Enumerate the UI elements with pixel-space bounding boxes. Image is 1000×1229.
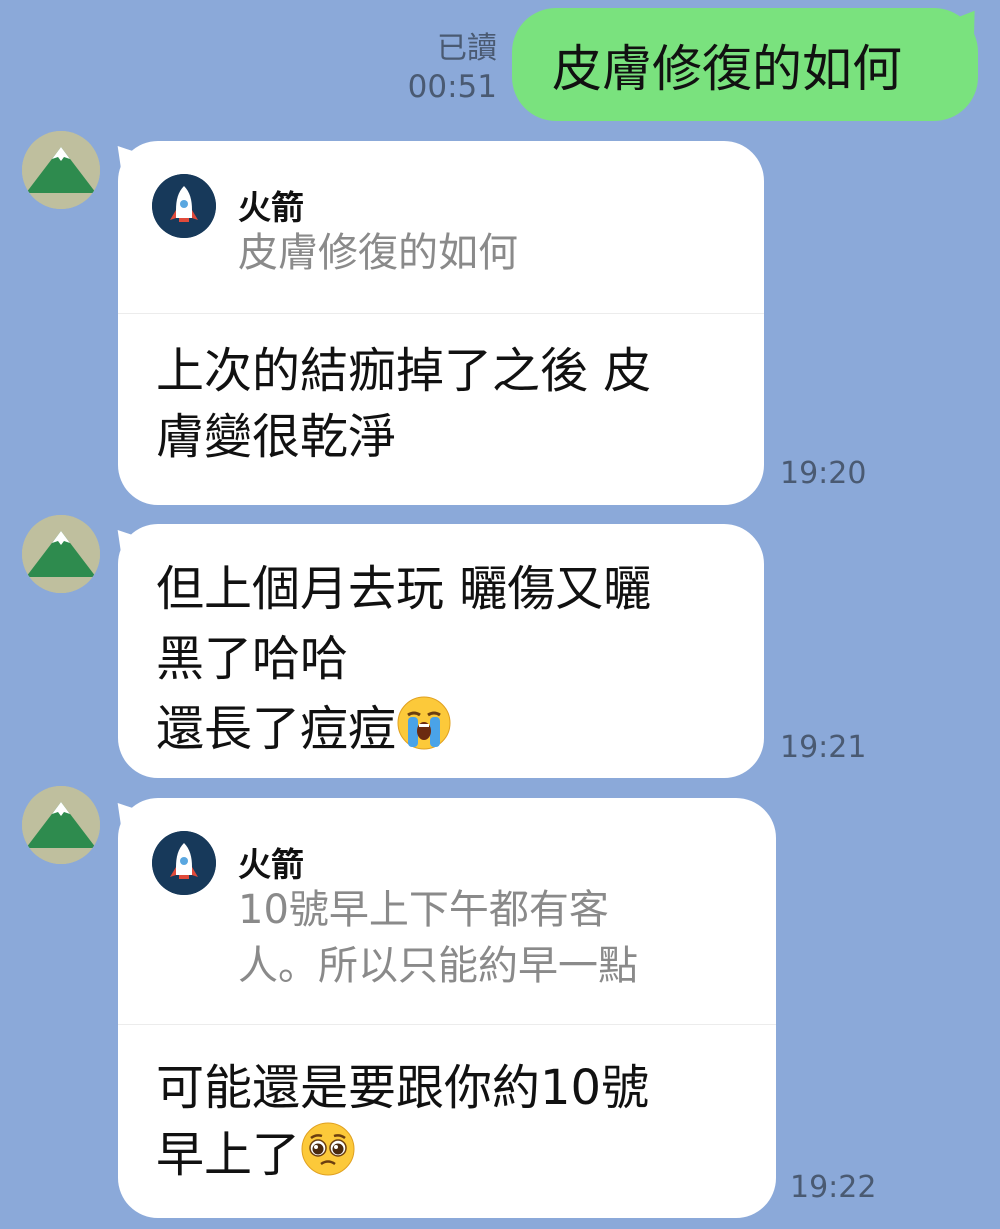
mountain-avatar-icon <box>22 515 100 593</box>
message-text: 上次的結痂掉了之後 皮 膚變很乾淨 <box>118 314 764 470</box>
read-label: 已讀 <box>437 31 497 66</box>
mountain-avatar-icon <box>22 131 100 209</box>
reply-quoted-line: 人。所以只能約早一點 <box>238 943 638 989</box>
reply-sender-name: 火箭 <box>238 845 304 884</box>
message-time: 19:20 <box>780 456 867 491</box>
mountain-avatar-icon <box>22 786 100 864</box>
rocket-icon <box>152 831 216 895</box>
outgoing-message-bubble[interactable]: 皮膚修復的如何 <box>512 8 978 121</box>
pleading-face-icon <box>300 1121 356 1177</box>
reply-sender-name: 火箭 <box>238 188 304 227</box>
message-line: 上次的結痂掉了之後 皮 <box>156 343 652 399</box>
message-line: 但上個月去玩 曬傷又曬 <box>156 561 652 617</box>
avatar[interactable] <box>22 515 100 593</box>
message-time: 19:22 <box>790 1170 877 1205</box>
message-text: 可能還是要跟你約10號 早上了 <box>118 1025 776 1188</box>
reply-quoted-text: 皮膚修復的如何 <box>238 230 518 276</box>
message-line: 黑了哈哈 <box>156 631 349 687</box>
avatar[interactable] <box>22 786 100 864</box>
loudly-crying-face-icon <box>396 695 452 751</box>
outgoing-message-text: 皮膚修復的如何 <box>552 39 902 98</box>
avatar[interactable] <box>22 131 100 209</box>
read-status: 已讀 00:51 <box>408 30 497 106</box>
incoming-message-bubble[interactable]: 但上個月去玩 曬傷又曬 黑了哈哈 還長了痘痘 <box>118 524 764 778</box>
rocket-icon <box>152 174 216 238</box>
outgoing-time: 00:51 <box>407 69 497 105</box>
message-text: 但上個月去玩 曬傷又曬 黑了哈哈 還長了痘痘 <box>118 524 764 764</box>
message-line: 膚變很乾淨 <box>156 409 397 465</box>
message-line: 還長了痘痘 <box>156 701 397 757</box>
incoming-message-bubble[interactable]: 火箭 皮膚修復的如何 上次的結痂掉了之後 皮 膚變很乾淨 <box>118 141 764 505</box>
reply-quote[interactable]: 火箭 10號早上下午都有客 人。所以只能約早一點 <box>118 798 776 1025</box>
message-time: 19:21 <box>780 730 867 765</box>
incoming-message-bubble[interactable]: 火箭 10號早上下午都有客 人。所以只能約早一點 可能還是要跟你約10號 早上了 <box>118 798 776 1218</box>
message-line: 可能還是要跟你約10號 <box>156 1060 650 1116</box>
reply-quoted-line: 10號早上下午都有客 <box>238 887 609 933</box>
reply-quoted-text: 10號早上下午都有客 人。所以只能約早一點 <box>238 882 638 994</box>
message-line: 早上了 <box>156 1127 301 1183</box>
reply-quote[interactable]: 火箭 皮膚修復的如何 <box>118 141 764 314</box>
